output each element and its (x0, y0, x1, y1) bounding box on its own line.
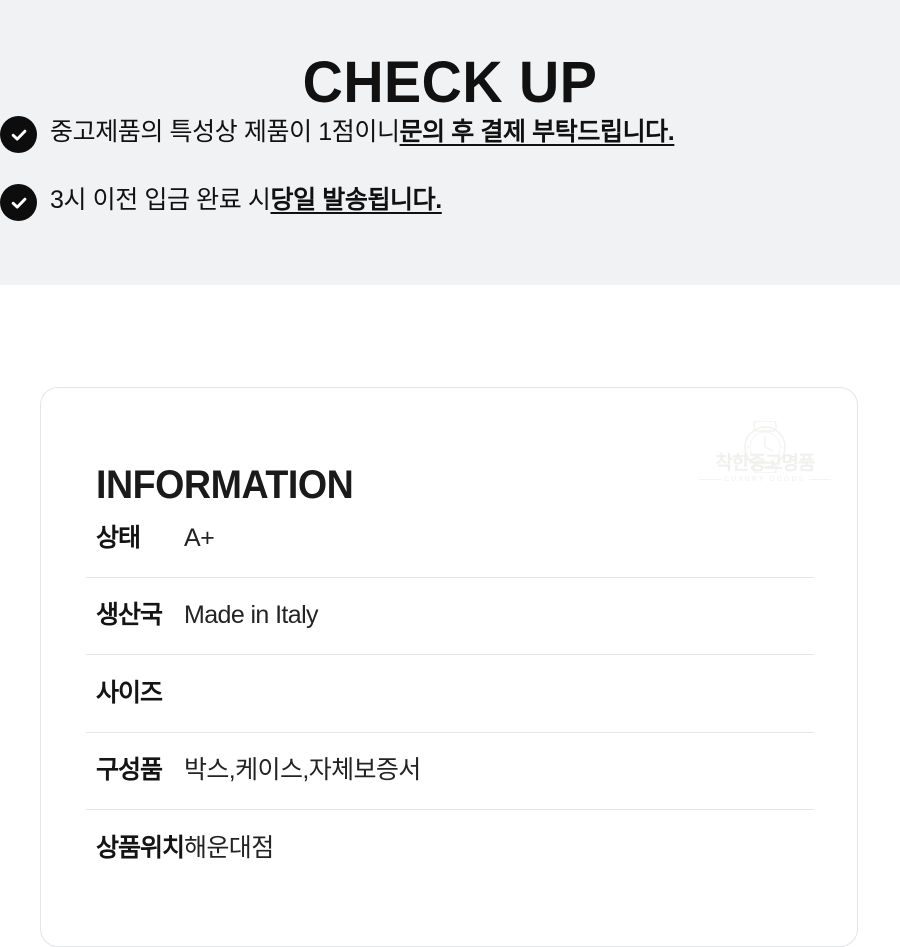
list-item: 3시 이전 입금 완료 시 당일 발송됩니다. (0, 180, 900, 248)
table-row-value: 해운대점 (184, 833, 274, 862)
checkup-item-strong: 당일 발송됩니다. (270, 186, 443, 214)
table-row-value: 박스,케이스,자체보증서 (184, 756, 421, 785)
watermark-subtitle: LUXURY GOODS (724, 476, 806, 483)
table-row-label: 사이즈 (96, 678, 163, 707)
watermark-brand-name: 착한중고명품 (715, 453, 816, 474)
checkup-item-plain: 3시 이전 입금 완료 시 (50, 186, 271, 214)
section-divider-space (0, 285, 900, 387)
table-row: 상태 A+ (41, 499, 857, 577)
information-table: 상태 A+ 생산국 Made in Italy 사이즈 구성품 박스,케이스,자… (41, 499, 857, 887)
brand-watermark: 착한중고명품 LUXURY GOODS (695, 421, 835, 491)
watch-icon (744, 421, 786, 473)
table-row-label: 상태 (96, 523, 141, 552)
product-detail-page: CHECK UP 중고제품의 특성상 제품이 1점이니 문의 후 결제 부탁드립… (0, 0, 900, 947)
checkup-section: CHECK UP 중고제품의 특성상 제품이 1점이니 문의 후 결제 부탁드립… (0, 0, 900, 285)
check-circle-icon (0, 184, 37, 221)
watermark-rule-right (809, 479, 831, 480)
watermark-rule-left (699, 479, 721, 480)
table-row-label: 구성품 (96, 756, 163, 785)
list-item: 중고제품의 특성상 제품이 1점이니 문의 후 결제 부탁드립니다. (0, 112, 900, 180)
table-row: 생산국 Made in Italy (41, 576, 857, 655)
checkup-item-plain: 중고제품의 특성상 제품이 1점이니 (50, 118, 400, 146)
table-row-value: A+ (184, 523, 215, 552)
checkup-item-text: 중고제품의 특성상 제품이 1점이니 문의 후 결제 부탁드립니다. (50, 112, 675, 153)
table-row: 상품위치 해운대점 (41, 809, 857, 887)
checkup-item-text: 3시 이전 입금 완료 시 당일 발송됩니다. (50, 180, 442, 221)
checkup-item-strong: 문의 후 결제 부탁드립니다. (399, 118, 675, 146)
checkup-title: CHECK UP (302, 49, 598, 115)
table-row-value: Made in Italy (184, 601, 319, 630)
check-circle-icon (0, 116, 37, 153)
table-row: 사이즈 (41, 654, 857, 732)
table-row-label: 생산국 (96, 601, 163, 630)
information-card: INFORMATION 착한중고명품 LUXURY GOODS 상태 A+ 생산… (40, 387, 858, 947)
table-row-label: 상품위치 (96, 833, 185, 862)
checkup-list: 중고제품의 특성상 제품이 1점이니 문의 후 결제 부탁드립니다. 3시 이전… (0, 112, 900, 248)
table-row: 구성품 박스,케이스,자체보증서 (41, 731, 857, 810)
